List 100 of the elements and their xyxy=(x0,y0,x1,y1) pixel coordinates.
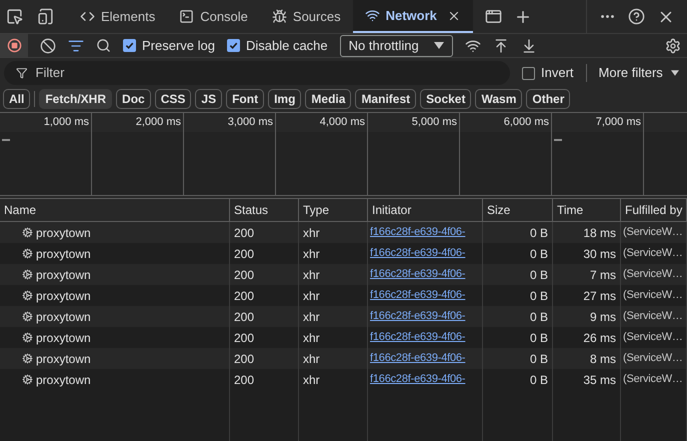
panel-tab[interactable]: Network xyxy=(352,0,473,33)
throttling-select[interactable]: No throttling xyxy=(340,34,453,56)
table-cell-text: proxytown xyxy=(36,330,91,346)
wifi-settings-icon[interactable] xyxy=(464,38,481,54)
table-cell-text: 8 ms xyxy=(590,350,616,368)
initiator-link[interactable]: f166c28f-e639-4f06- xyxy=(370,224,466,241)
panel-tab[interactable]: Elements xyxy=(68,0,168,33)
initiator-link[interactable]: f166c28f-e639-4f06- xyxy=(370,245,466,262)
bug-icon xyxy=(272,9,287,24)
table-cell-text: 200 xyxy=(234,266,254,284)
type-filter-chip[interactable]: Wasm xyxy=(475,89,522,109)
table-cell-text: xhr xyxy=(303,372,320,388)
code-icon xyxy=(80,9,95,24)
table-cell-text: 0 B xyxy=(530,350,548,368)
table-cell-text: proxytown xyxy=(36,288,91,304)
table-cell-text: 200 xyxy=(234,372,254,388)
table-cell-text: proxytown xyxy=(36,266,91,284)
help-icon[interactable] xyxy=(628,8,645,25)
gear-icon xyxy=(22,374,33,385)
table-cell-text: (ServiceW… xyxy=(623,288,683,304)
type-filter-chip[interactable]: Img xyxy=(268,89,302,109)
table-cell-text: 200 xyxy=(234,288,254,304)
more-filters-button[interactable]: More filters xyxy=(598,63,679,83)
disable-cache-checkbox[interactable] xyxy=(226,39,240,52)
table-cell-text: xhr xyxy=(303,246,320,262)
type-filter-chip[interactable]: JS xyxy=(195,89,222,109)
gear-icon xyxy=(22,269,33,280)
column-header[interactable]: Size xyxy=(487,201,510,219)
initiator-link[interactable]: f166c28f-e639-4f06- xyxy=(370,266,466,283)
table-cell-text: proxytown xyxy=(36,372,91,388)
table-cell-text: 0 B xyxy=(530,266,548,284)
clear-icon[interactable] xyxy=(40,38,56,54)
table-cell-text: (ServiceW… xyxy=(623,225,683,240)
table-cell-text: xhr xyxy=(303,308,320,326)
table-cell-text: proxytown xyxy=(36,308,91,326)
type-filter-chip[interactable]: Font xyxy=(226,89,264,109)
terminal-icon xyxy=(179,9,194,24)
table-cell-text: (ServiceW… xyxy=(623,246,683,262)
table-cell-text: 7 ms xyxy=(590,266,616,284)
checkbox-label: Disable cache xyxy=(246,36,328,55)
initiator-link[interactable]: f166c28f-e639-4f06- xyxy=(370,371,466,388)
checkbox-label: Preserve log xyxy=(142,36,215,55)
type-filter-chip[interactable]: Manifest xyxy=(355,89,416,109)
filter-field[interactable]: Filter xyxy=(36,63,498,83)
device-toolbar-icon[interactable] xyxy=(37,8,54,25)
type-filter-chip[interactable]: All xyxy=(3,89,30,109)
filter-bar[interactable]: Filter xyxy=(4,61,510,85)
table-cell-text: 30 ms xyxy=(583,246,616,262)
table-cell-text: 0 B xyxy=(530,308,548,326)
panel-tab[interactable]: Sources xyxy=(260,0,353,33)
time-tick-label: 7,000 ms xyxy=(596,115,641,130)
column-header[interactable]: Name xyxy=(4,201,36,219)
type-filter-chip[interactable]: Doc xyxy=(116,89,151,109)
wifi-icon xyxy=(364,8,380,23)
table-cell-text: 200 xyxy=(234,350,254,368)
column-header[interactable]: Type xyxy=(303,201,330,219)
table-cell-text: 18 ms xyxy=(583,224,616,242)
table-cell-text: 200 xyxy=(234,330,254,346)
time-tick-label: 5,000 ms xyxy=(412,115,457,130)
record-button[interactable] xyxy=(0,34,28,57)
table-cell-text: 200 xyxy=(234,246,254,262)
table-cell-text: xhr xyxy=(303,266,320,284)
invert-checkbox[interactable] xyxy=(522,66,535,80)
settings-icon[interactable] xyxy=(665,38,681,54)
column-header[interactable]: Status xyxy=(234,201,268,219)
time-tick-label: 3,000 ms xyxy=(228,115,273,130)
initiator-link[interactable]: f166c28f-e639-4f06- xyxy=(370,308,466,325)
inspect-icon[interactable] xyxy=(6,8,23,25)
column-header[interactable]: Time xyxy=(557,201,584,219)
caret-icon xyxy=(670,70,679,76)
type-filter-chip[interactable]: Socket xyxy=(420,89,472,109)
type-filter-chip[interactable]: Media xyxy=(305,89,352,109)
initiator-link[interactable]: f166c28f-e639-4f06- xyxy=(370,287,466,304)
type-filter-chip[interactable]: Other xyxy=(526,89,570,109)
table-cell-text: 0 B xyxy=(530,224,548,242)
table-cell-text: 27 ms xyxy=(583,288,616,304)
column-header[interactable]: Initiator xyxy=(372,201,412,219)
search-icon[interactable] xyxy=(96,38,111,53)
window-icon[interactable] xyxy=(484,8,502,25)
upload-icon[interactable] xyxy=(492,38,509,54)
time-tick-label: 1,000 ms xyxy=(44,115,89,130)
filter-settings-icon[interactable] xyxy=(68,38,84,54)
download-icon[interactable] xyxy=(520,38,537,54)
table-cell-text: proxytown xyxy=(36,246,91,262)
type-filter-chip[interactable]: CSS xyxy=(154,89,192,109)
filter-icon xyxy=(16,67,28,79)
table-cell-text: xhr xyxy=(303,330,320,346)
table-cell-text: xhr xyxy=(303,224,320,242)
type-filter-chip[interactable]: Fetch/XHR xyxy=(39,89,112,109)
table-cell-text: (ServiceW… xyxy=(623,267,683,282)
checkbox-label: Invert xyxy=(541,64,574,82)
gear-icon xyxy=(22,248,33,259)
preserve-log-checkbox[interactable] xyxy=(123,39,136,52)
initiator-link[interactable]: f166c28f-e639-4f06- xyxy=(370,329,466,346)
table-cell-text: xhr xyxy=(303,350,320,368)
table-cell-text: (ServiceW… xyxy=(623,351,683,366)
panel-tab[interactable]: Console xyxy=(167,0,260,33)
initiator-link[interactable]: f166c28f-e639-4f06- xyxy=(370,350,466,367)
column-header[interactable]: Fulfilled by xyxy=(625,201,682,219)
request-marker xyxy=(2,139,10,141)
